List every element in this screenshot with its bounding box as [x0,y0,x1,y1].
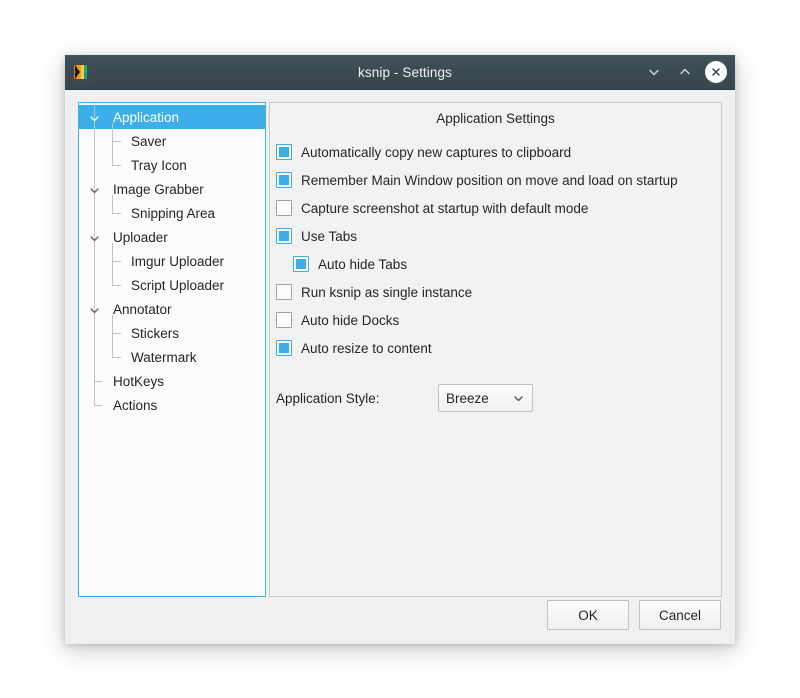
sidebar-item-uploader[interactable]: Uploader [79,225,265,249]
option-label: Automatically copy new captures to clipb… [301,144,572,160]
option-row[interactable]: Use Tabs [276,222,721,250]
sidebar-item-application[interactable]: Application [79,105,265,129]
checkbox-use-tabs[interactable] [276,228,292,244]
sidebar-item-label: Image Grabber [113,181,204,197]
dialog-button-bar: OK Cancel [547,600,721,630]
option-label: Auto resize to content [301,340,432,356]
tree-root: Application Saver Tray Icon Image Grabber Sn… [79,103,265,417]
sidebar-item-label: Actions [113,397,158,413]
ksnip-app-icon [72,62,92,82]
chevron-down-icon[interactable] [89,232,100,243]
option-row[interactable]: Auto hide Tabs [276,250,721,278]
window-title: ksnip - Settings [358,64,452,80]
application-style-value: Breeze [446,390,489,406]
checkbox-capture-screenshot-at-startup-with-default-mode[interactable] [276,200,292,216]
option-label: Use Tabs [301,228,358,244]
sidebar-item-annotator[interactable]: Annotator [79,297,265,321]
options-list: Automatically copy new captures to clipb… [270,138,721,362]
checkbox-auto-hide-docks[interactable] [276,312,292,328]
sidebar-item-label: Tray Icon [131,157,187,173]
sidebar-item-saver[interactable]: Saver [79,129,265,153]
settings-dialog: ksnip - Settings Application Saver Tray … [65,55,735,644]
checkbox-remember-main-window-position-on-move-and-load-on-startup[interactable] [276,172,292,188]
chevron-down-icon[interactable] [89,112,100,123]
option-label: Capture screenshot at startup with defau… [301,200,589,216]
checkbox-automatically-copy-new-captures-to-clipboard[interactable] [276,144,292,160]
option-row[interactable]: Run ksnip as single instance [276,278,721,306]
option-label: Remember Main Window position on move an… [301,172,678,188]
sidebar-item-label: Stickers [131,325,180,341]
minimize-button[interactable] [643,61,665,83]
sidebar-item-label: Snipping Area [131,205,216,221]
option-label: Auto hide Docks [301,312,400,328]
ok-button[interactable]: OK [547,600,629,630]
settings-category-tree[interactable]: Application Saver Tray Icon Image Grabber Sn… [78,102,266,597]
checkbox-auto-hide-tabs[interactable] [293,256,309,272]
settings-panel: Application Settings Automatically copy … [269,102,722,597]
sidebar-item-label: Saver [131,133,167,149]
sidebar-item-tray-icon[interactable]: Tray Icon [79,153,265,177]
checkbox-auto-resize-to-content[interactable] [276,340,292,356]
option-row[interactable]: Auto hide Docks [276,306,721,334]
option-label: Auto hide Tabs [318,256,408,272]
chevron-down-icon[interactable] [89,184,100,195]
sidebar-item-label: Annotator [113,301,172,317]
option-row[interactable]: Remember Main Window position on move an… [276,166,721,194]
title-bar[interactable]: ksnip - Settings [65,55,735,90]
sidebar-item-image-grabber[interactable]: Image Grabber [79,177,265,201]
option-row[interactable]: Automatically copy new captures to clipb… [276,138,721,166]
sidebar-item-watermark[interactable]: Watermark [79,345,265,369]
chevron-up-icon [680,68,690,75]
sidebar-item-label: Watermark [131,349,197,365]
sidebar-item-label: Script Uploader [131,277,225,293]
application-style-select[interactable]: Breeze [438,384,533,412]
sidebar-item-script-uploader[interactable]: Script Uploader [79,273,265,297]
checkbox-run-ksnip-as-single-instance[interactable] [276,284,292,300]
dialog-body: Application Saver Tray Icon Image Grabber Sn… [65,90,735,644]
application-style-label: Application Style: [276,390,380,406]
sidebar-item-hotkeys[interactable]: HotKeys [79,369,265,393]
window-controls [643,55,727,89]
sidebar-item-label: Imgur Uploader [131,253,225,269]
sidebar-item-label: Application [113,109,180,125]
screen: ksnip - Settings Application Saver Tray … [0,0,800,698]
sidebar-item-snipping-area[interactable]: Snipping Area [79,201,265,225]
sidebar-item-actions[interactable]: Actions [79,393,265,417]
panel-title: Application Settings [436,111,555,126]
close-icon [712,68,720,76]
option-row[interactable]: Auto resize to content [276,334,721,362]
sidebar-item-stickers[interactable]: Stickers [79,321,265,345]
chevron-down-icon [649,69,659,76]
chevron-down-icon [514,395,523,401]
cancel-button[interactable]: Cancel [639,600,721,630]
option-label: Run ksnip as single instance [301,284,473,300]
chevron-down-icon[interactable] [89,304,100,315]
maximize-button[interactable] [674,61,696,83]
sidebar-item-label: Uploader [113,229,168,245]
sidebar-item-label: HotKeys [113,373,165,389]
close-button[interactable] [705,61,727,83]
option-row[interactable]: Capture screenshot at startup with defau… [276,194,721,222]
sidebar-item-imgur-uploader[interactable]: Imgur Uploader [79,249,265,273]
application-style-row: Application Style: Breeze [270,384,721,412]
